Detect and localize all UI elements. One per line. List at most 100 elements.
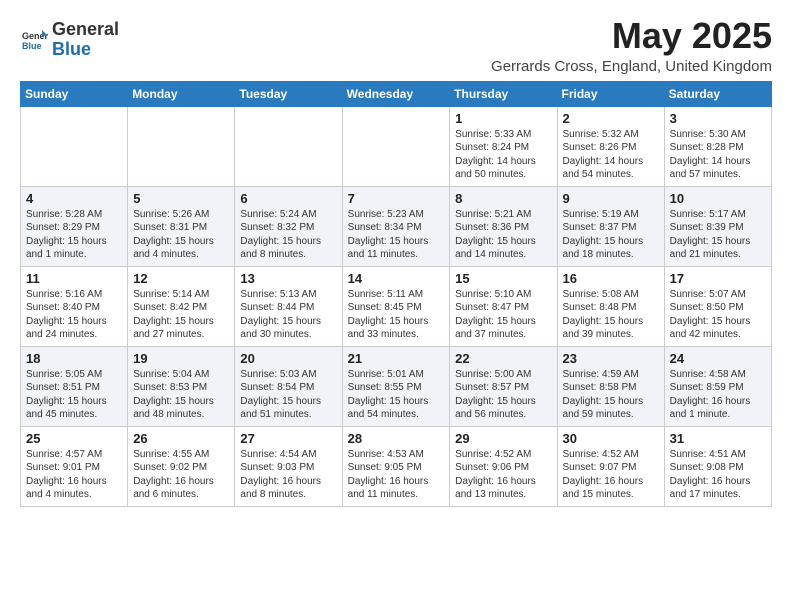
day-number: 29 [455,431,551,446]
table-row: 11 Sunrise: 5:16 AMSunset: 8:40 PMDayligh… [21,266,128,346]
table-row: 24Sunrise: 4:58 AMSunset: 8:59 PMDayligh… [664,346,771,426]
table-row: 14Sunrise: 5:11 AMSunset: 8:45 PMDayligh… [342,266,450,346]
day-info: Sunrise: 5:26 AMSunset: 8:31 PMDaylight:… [133,208,229,262]
table-row: 9Sunrise: 5:19 AMSunset: 8:37 PMDaylight… [557,186,664,266]
day-number: 12 [133,271,229,286]
day-number: 1 [455,111,551,126]
col-thursday: Thursday [450,81,557,106]
calendar-page: General Blue General Blue May 2025 Gerra… [0,0,792,612]
day-info: Sunrise: 4:52 AMSunset: 9:07 PMDaylight:… [563,448,659,502]
table-row [21,106,128,186]
table-row: 20Sunrise: 5:03 AMSunset: 8:54 PMDayligh… [235,346,342,426]
day-number: 6 [240,191,336,206]
table-row: 1 Sunrise: 5:33 AMSunset: 8:24 PMDaylight… [450,106,557,186]
table-row: 19 Sunrise: 5:04 AMSunset: 8:53 PMDayligh… [128,346,235,426]
day-info: Sunrise: 5:01 AMSunset: 8:55 PMDaylight:… [348,368,445,422]
table-row: 13 Sunrise: 5:13 AMSunset: 8:44 PMDayligh… [235,266,342,346]
day-info: Sunrise: 5:21 AMSunset: 8:36 PMDaylight:… [455,208,551,262]
day-info: Sunrise: 4:55 AMSunset: 9:02 PMDaylight:… [133,448,229,502]
logo: General Blue General Blue [20,20,119,60]
day-number: 10 [670,191,766,206]
table-row: 26 Sunrise: 4:55 AMSunset: 9:02 PMDayligh… [128,426,235,506]
location-subtitle: Gerrards Cross, England, United Kingdom [491,58,772,75]
table-row: 16 Sunrise: 5:08 AMSunset: 8:48 PMDayligh… [557,266,664,346]
table-row: 6 Sunrise: 5:24 AMSunset: 8:32 PMDaylight… [235,186,342,266]
table-row: 12 Sunrise: 5:14 AMSunset: 8:42 PMDayligh… [128,266,235,346]
day-info: Sunrise: 5:00 AMSunset: 8:57 PMDaylight:… [455,368,551,422]
day-number: 30 [563,431,659,446]
col-monday: Monday [128,81,235,106]
day-info: Sunrise: 5:17 AMSunset: 8:39 PMDaylight:… [670,208,766,262]
weekday-header-row: Sunday Monday Tuesday Wednesday Thursday… [21,81,772,106]
day-info: Sunrise: 5:11 AMSunset: 8:45 PMDaylight:… [348,288,445,342]
day-number: 2 [563,111,659,126]
table-row [235,106,342,186]
col-friday: Friday [557,81,664,106]
table-row: 31 Sunrise: 4:51 AMSunset: 9:08 PMDayligh… [664,426,771,506]
day-info: Sunrise: 4:57 AMSunset: 9:01 PMDaylight:… [26,448,122,502]
table-row: 2 Sunrise: 5:32 AMSunset: 8:26 PMDaylight… [557,106,664,186]
day-number: 15 [455,271,551,286]
title-block: May 2025 Gerrards Cross, England, United… [491,16,772,75]
day-number: 16 [563,271,659,286]
day-info: Sunrise: 5:16 AMSunset: 8:40 PMDaylight:… [26,288,122,342]
page-header: General Blue General Blue May 2025 Gerra… [20,16,772,75]
table-row: 5Sunrise: 5:26 AMSunset: 8:31 PMDaylight… [128,186,235,266]
day-info: Sunrise: 5:30 AMSunset: 8:28 PMDaylight:… [670,128,766,182]
table-row: 3 Sunrise: 5:30 AMSunset: 8:28 PMDaylight… [664,106,771,186]
month-title: May 2025 [491,16,772,56]
day-number: 26 [133,431,229,446]
day-number: 7 [348,191,445,206]
day-info: Sunrise: 4:51 AMSunset: 9:08 PMDaylight:… [670,448,766,502]
day-info: Sunrise: 5:33 AMSunset: 8:24 PMDaylight:… [455,128,551,182]
day-info: Sunrise: 5:04 AMSunset: 8:53 PMDaylight:… [133,368,229,422]
day-number: 24 [670,351,766,366]
day-number: 23 [563,351,659,366]
day-info: Sunrise: 5:28 AMSunset: 8:29 PMDaylight:… [26,208,122,262]
calendar-week-row: 18 Sunrise: 5:05 AMSunset: 8:51 PMDayligh… [21,346,772,426]
day-info: Sunrise: 4:59 AMSunset: 8:58 PMDaylight:… [563,368,659,422]
table-row: 8Sunrise: 5:21 AMSunset: 8:36 PMDaylight… [450,186,557,266]
day-info: Sunrise: 5:07 AMSunset: 8:50 PMDaylight:… [670,288,766,342]
logo-blue-text: Blue [52,39,91,59]
day-number: 13 [240,271,336,286]
svg-text:Blue: Blue [22,41,42,51]
table-row: 23 Sunrise: 4:59 AMSunset: 8:58 PMDayligh… [557,346,664,426]
day-info: Sunrise: 5:32 AMSunset: 8:26 PMDaylight:… [563,128,659,182]
day-number: 27 [240,431,336,446]
table-row: 17Sunrise: 5:07 AMSunset: 8:50 PMDayligh… [664,266,771,346]
table-row [128,106,235,186]
table-row: 7Sunrise: 5:23 AMSunset: 8:34 PMDaylight… [342,186,450,266]
table-row [342,106,450,186]
table-row: 25Sunrise: 4:57 AMSunset: 9:01 PMDayligh… [21,426,128,506]
calendar-table: Sunday Monday Tuesday Wednesday Thursday… [20,81,772,507]
day-info: Sunrise: 5:08 AMSunset: 8:48 PMDaylight:… [563,288,659,342]
day-number: 18 [26,351,122,366]
day-number: 9 [563,191,659,206]
table-row: 30 Sunrise: 4:52 AMSunset: 9:07 PMDayligh… [557,426,664,506]
day-number: 28 [348,431,445,446]
logo-general-text: General [52,19,119,39]
col-sunday: Sunday [21,81,128,106]
calendar-week-row: 4Sunrise: 5:28 AMSunset: 8:29 PMDaylight… [21,186,772,266]
day-number: 22 [455,351,551,366]
day-number: 11 [26,271,122,286]
day-info: Sunrise: 4:54 AMSunset: 9:03 PMDaylight:… [240,448,336,502]
table-row: 22 Sunrise: 5:00 AMSunset: 8:57 PMDayligh… [450,346,557,426]
day-info: Sunrise: 5:03 AMSunset: 8:54 PMDaylight:… [240,368,336,422]
calendar-week-row: 25Sunrise: 4:57 AMSunset: 9:01 PMDayligh… [21,426,772,506]
calendar-week-row: 11 Sunrise: 5:16 AMSunset: 8:40 PMDayligh… [21,266,772,346]
day-info: Sunrise: 5:10 AMSunset: 8:47 PMDaylight:… [455,288,551,342]
day-info: Sunrise: 5:05 AMSunset: 8:51 PMDaylight:… [26,368,122,422]
day-info: Sunrise: 5:24 AMSunset: 8:32 PMDaylight:… [240,208,336,262]
day-number: 3 [670,111,766,126]
col-tuesday: Tuesday [235,81,342,106]
table-row: 15 Sunrise: 5:10 AMSunset: 8:47 PMDayligh… [450,266,557,346]
day-info: Sunrise: 5:13 AMSunset: 8:44 PMDaylight:… [240,288,336,342]
table-row: 29Sunrise: 4:52 AMSunset: 9:06 PMDayligh… [450,426,557,506]
day-number: 19 [133,351,229,366]
day-number: 31 [670,431,766,446]
day-info: Sunrise: 5:14 AMSunset: 8:42 PMDaylight:… [133,288,229,342]
table-row: 21Sunrise: 5:01 AMSunset: 8:55 PMDayligh… [342,346,450,426]
table-row: 27 Sunrise: 4:54 AMSunset: 9:03 PMDayligh… [235,426,342,506]
